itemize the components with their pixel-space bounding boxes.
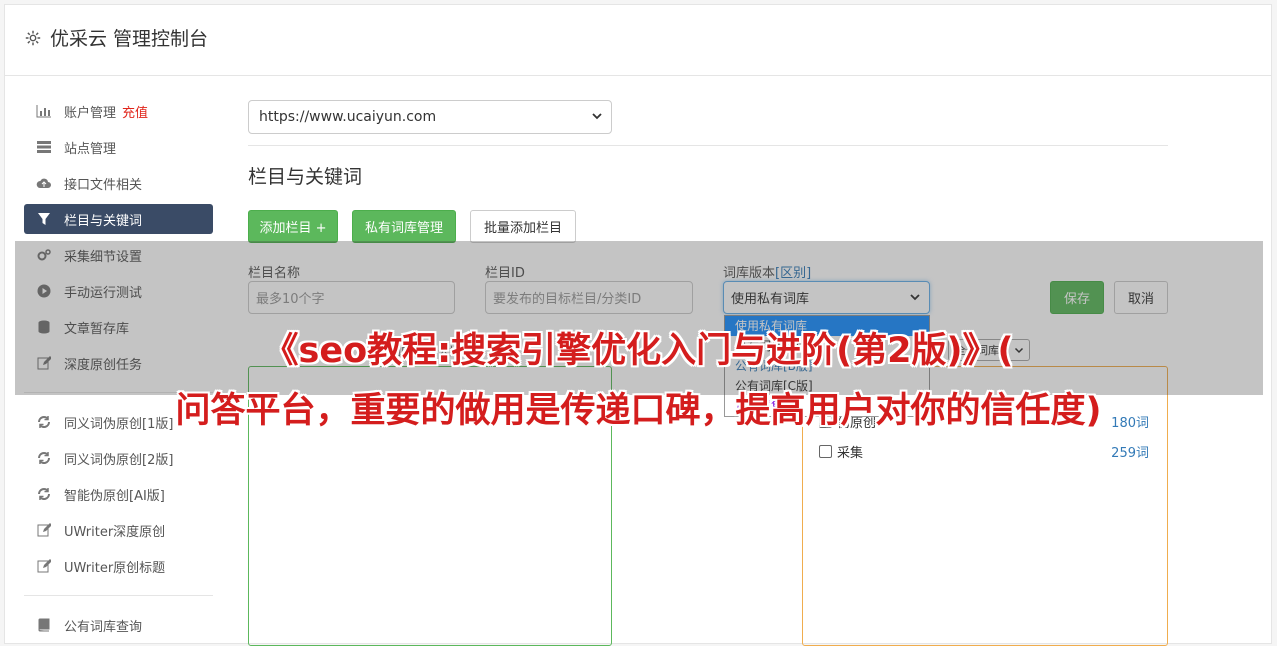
sidebar-item-label: 公有词库查询 [64, 619, 143, 635]
sidebar-item-uwriter-title[interactable]: UWriter原创标题 [24, 551, 213, 581]
bar-chart-icon [36, 103, 52, 119]
filter-icon [36, 211, 52, 227]
sidebar-item-columns[interactable]: 栏目与关键词 [24, 204, 213, 234]
book-icon [36, 617, 52, 633]
page-header: 优采云 管理控制台 [4, 4, 1272, 76]
cloud-upload-icon [36, 175, 52, 191]
sidebar-item-uwriter-deep[interactable]: UWriter深度原创 [24, 515, 213, 545]
lib-name: 采集 [837, 445, 864, 461]
refresh-icon [36, 450, 52, 466]
sidebar-item-account[interactable]: 账户管理 充值 [24, 96, 213, 126]
edit-icon [36, 558, 52, 574]
sidebar-item-label: 账户管理 [64, 105, 117, 121]
lib-checkbox[interactable] [819, 444, 832, 458]
sidebar-item-sites[interactable]: 站点管理 [24, 132, 213, 162]
server-icon [36, 139, 52, 155]
gear-icon [25, 30, 41, 45]
page-title-text: 优采云 管理控制台 [50, 28, 209, 50]
sidebar-item-label: UWriter原创标题 [64, 560, 166, 576]
section-title: 栏目与关键词 [248, 166, 363, 188]
page-title: 优采云 管理控制台 [24, 24, 208, 51]
sidebar-item-label: 接口文件相关 [64, 177, 143, 193]
sidebar-item-ai-rewrite[interactable]: 智能伪原创[AI版] [24, 479, 213, 509]
site-select[interactable]: https://www.ucaiyun.com [248, 100, 612, 134]
sidebar-item-label: 智能伪原创[AI版] [64, 488, 165, 504]
sidebar-item-label: 栏目与关键词 [64, 213, 143, 229]
sidebar-divider [24, 595, 213, 596]
batch-add-button[interactable]: 批量添加栏目 [470, 210, 576, 243]
sidebar-item-label: UWriter深度原创 [64, 524, 166, 540]
banner-line-2: 问答平台，重要的做用是传递口碑，提高用户对你的信任度) [175, 391, 1102, 431]
lib-count: 259词 [1111, 445, 1149, 461]
chevron-down-icon [592, 113, 602, 120]
sidebar-item-label: 同义词伪原创[2版] [64, 452, 174, 468]
refresh-icon [36, 486, 52, 502]
list-item[interactable]: 采集 259词 [819, 440, 1149, 462]
site-select-value: https://www.ucaiyun.com [259, 109, 437, 125]
edit-icon [36, 522, 52, 538]
private-lib-button[interactable]: 私有词库管理 [352, 210, 456, 243]
sidebar-item-interface[interactable]: 接口文件相关 [24, 168, 213, 198]
divider [248, 145, 1168, 146]
sidebar-item-label: 站点管理 [64, 141, 117, 157]
recharge-link[interactable]: 充值 [122, 102, 148, 121]
sidebar-item-synonym-v2[interactable]: 同义词伪原创[2版] [24, 443, 213, 473]
add-column-button[interactable]: 添加栏目 + [248, 210, 338, 243]
banner-line-1: 《seo教程:搜索引擎优化入门与进阶(第2版)》( [263, 331, 1014, 371]
